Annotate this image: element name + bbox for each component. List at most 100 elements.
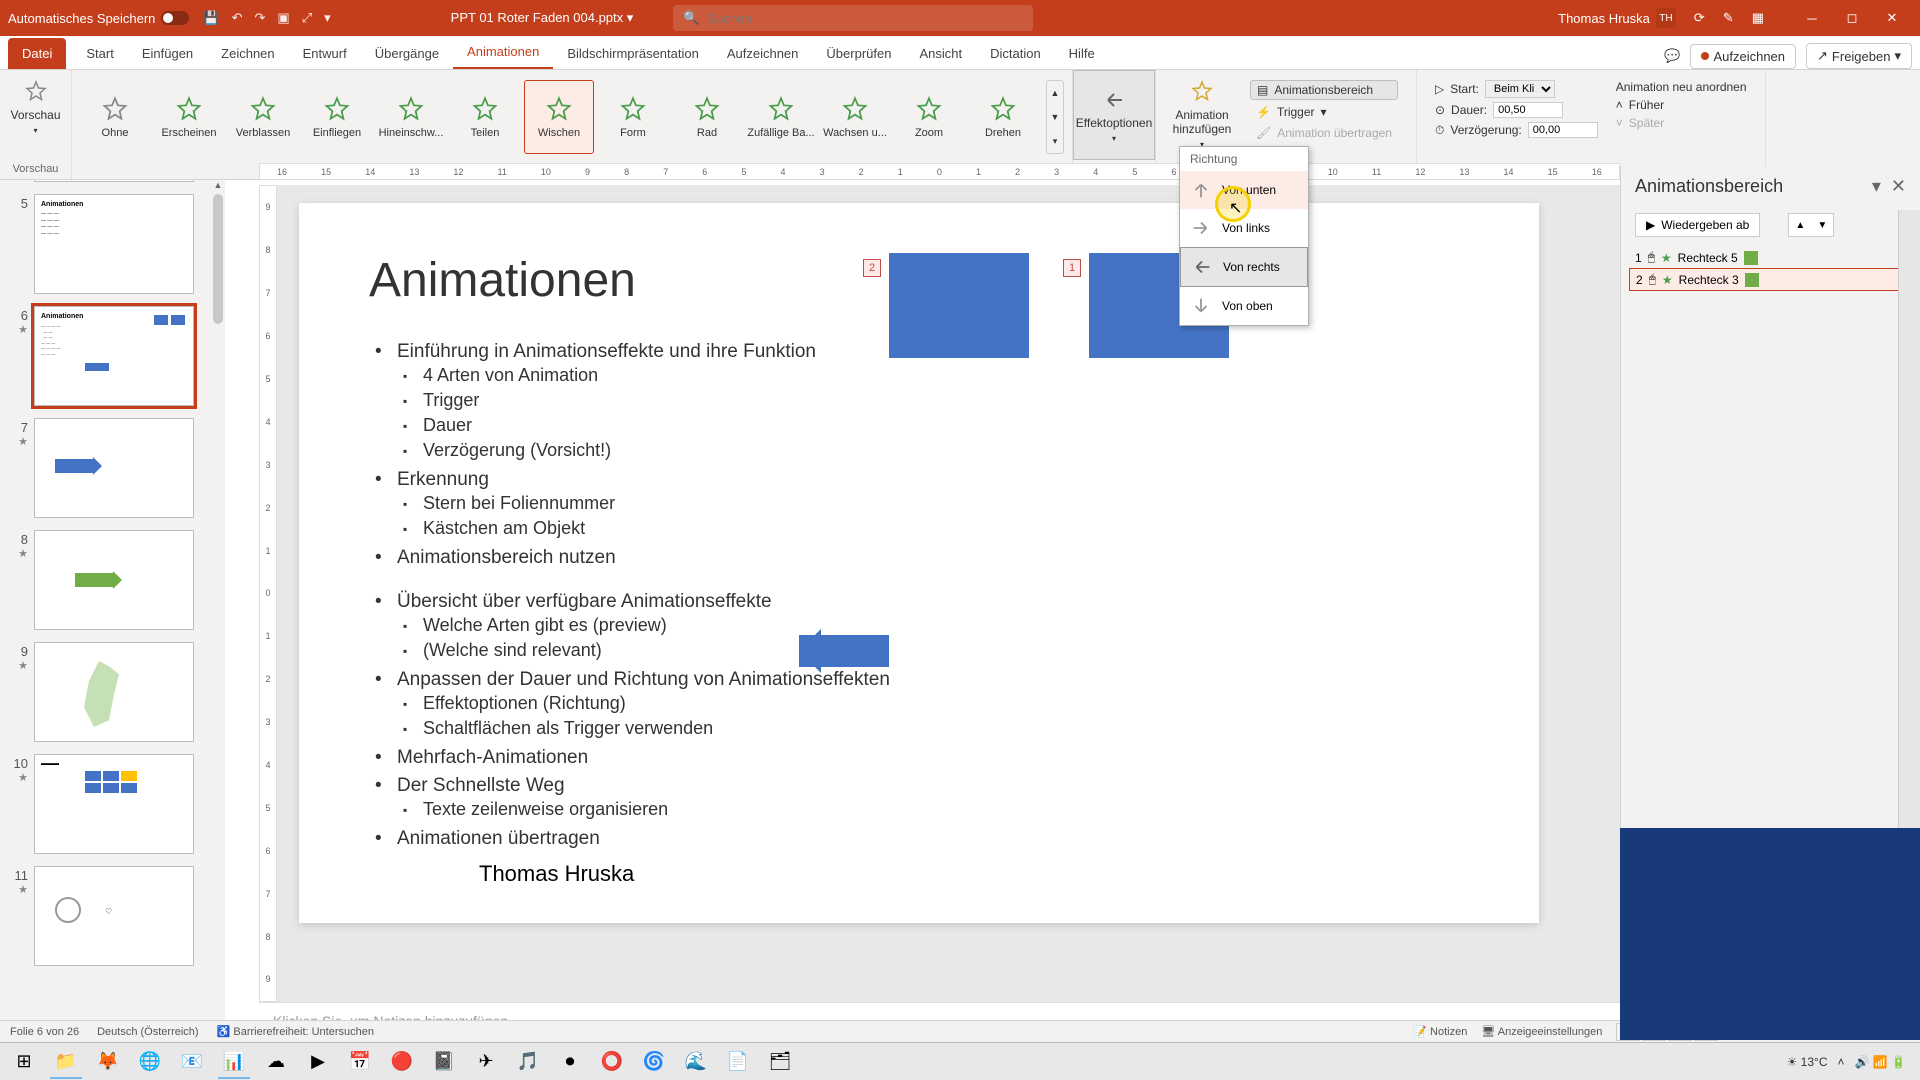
undo-icon[interactable]: ↶ bbox=[232, 10, 243, 26]
direction-from-left[interactable]: Von links bbox=[1180, 209, 1308, 247]
explorer-icon[interactable]: 📁 bbox=[46, 1045, 86, 1079]
app-icon-8[interactable]: 🗂 bbox=[760, 1045, 800, 1079]
thumbnail-7[interactable]: 7★ bbox=[0, 412, 211, 524]
app-icon-5[interactable]: ⭕ bbox=[592, 1045, 632, 1079]
touch-icon[interactable]: ⤢ bbox=[302, 10, 312, 26]
scroll-up-icon[interactable]: ▲ bbox=[211, 180, 225, 194]
anim-teilen[interactable]: Teilen bbox=[450, 80, 520, 154]
gallery-down-icon[interactable]: ▼ bbox=[1047, 105, 1063, 129]
anim-zufällige ba...[interactable]: Zufällige Ba... bbox=[746, 80, 816, 154]
tray-chevron-icon[interactable]: ˄ bbox=[1837, 1055, 1844, 1069]
bullet-item[interactable]: Der Schnellste WegTexte zeilenweise orga… bbox=[369, 772, 1469, 825]
record-button[interactable]: Aufzeichnen bbox=[1690, 44, 1796, 69]
direction-from-bottom[interactable]: Von unten bbox=[1180, 171, 1308, 209]
animation-tag-2[interactable]: 2 bbox=[863, 259, 881, 277]
play-from-button[interactable]: ▶ Wiedergeben ab bbox=[1635, 213, 1760, 237]
autosave-toggle[interactable]: Automatisches Speichern bbox=[8, 11, 189, 26]
bullet-item[interactable]: Animationen übertragen bbox=[369, 825, 1469, 853]
thumbnail-9[interactable]: 9★ bbox=[0, 636, 211, 748]
notes-toggle[interactable]: 📝 Notizen bbox=[1413, 1025, 1467, 1038]
slide-canvas[interactable]: Animationen Einführung in Animationseffe… bbox=[299, 203, 1539, 923]
sync-icon[interactable]: ⟳ bbox=[1694, 10, 1705, 26]
app-icon-4[interactable]: 🎵 bbox=[508, 1045, 548, 1079]
app-icon[interactable]: ☁ bbox=[256, 1045, 296, 1079]
gallery-up-icon[interactable]: ▲ bbox=[1047, 81, 1063, 105]
start-button[interactable]: ⊞ bbox=[4, 1045, 44, 1079]
tab-file[interactable]: Datei bbox=[8, 38, 66, 69]
filename[interactable]: PPT 01 Roter Faden 004.pptx ▾ bbox=[451, 10, 634, 26]
sub-bullet[interactable]: Trigger bbox=[397, 388, 1469, 413]
window-icon[interactable]: ▦ bbox=[1752, 10, 1764, 26]
duration-field[interactable]: ⊙ Dauer: bbox=[1435, 102, 1598, 118]
redo-icon[interactable]: ↷ bbox=[255, 10, 266, 26]
transfer-animation-button[interactable]: 🖌Animation übertragen bbox=[1250, 124, 1398, 142]
close-button[interactable]: ✕ bbox=[1872, 0, 1912, 36]
obs-icon[interactable]: ⏺ bbox=[550, 1045, 590, 1079]
tab-draw[interactable]: Zeichnen bbox=[207, 38, 288, 69]
app-icon-7[interactable]: 📄 bbox=[718, 1045, 758, 1079]
weather-widget[interactable]: ☀ 13°C bbox=[1787, 1055, 1828, 1069]
sub-bullet[interactable]: Dauer bbox=[397, 413, 1469, 438]
tab-help[interactable]: Hilfe bbox=[1055, 38, 1109, 69]
sub-bullet[interactable]: Schaltflächen als Trigger verwenden bbox=[397, 716, 1469, 741]
app-icon-6[interactable]: 🌀 bbox=[634, 1045, 674, 1079]
move-down-icon[interactable]: ▼ bbox=[1811, 214, 1833, 236]
sub-bullet[interactable]: Effektoptionen (Richtung) bbox=[397, 691, 1469, 716]
tray-icons[interactable]: 🔊 📶 🔋 bbox=[1855, 1055, 1907, 1069]
bullet-item[interactable]: Animationsbereich nutzen bbox=[369, 544, 1469, 572]
animation-pane-button[interactable]: ▤Animationsbereich bbox=[1250, 80, 1398, 100]
tab-transitions[interactable]: Übergänge bbox=[361, 38, 453, 69]
telegram-icon[interactable]: ✈ bbox=[466, 1045, 506, 1079]
move-later-button[interactable]: ˅ Später bbox=[1616, 116, 1747, 130]
blue-arrow[interactable] bbox=[799, 635, 889, 667]
author-text[interactable]: Thomas Hruska bbox=[479, 861, 634, 887]
tab-review[interactable]: Überprüfen bbox=[812, 38, 905, 69]
anim-form[interactable]: Form bbox=[598, 80, 668, 154]
tab-insert[interactable]: Einfügen bbox=[128, 38, 207, 69]
anim-einfliegen[interactable]: Einfliegen bbox=[302, 80, 372, 154]
accessibility-status[interactable]: ♿ Barrierefreiheit: Untersuchen bbox=[217, 1025, 374, 1038]
powerpoint-icon[interactable]: 📊 bbox=[214, 1045, 254, 1079]
chrome-icon[interactable]: 🌐 bbox=[130, 1045, 170, 1079]
slide-counter[interactable]: Folie 6 von 26 bbox=[10, 1026, 79, 1038]
anim-entry-1[interactable]: 1🖱★Rechteck 5 bbox=[1629, 247, 1912, 268]
minimize-button[interactable]: ─ bbox=[1792, 0, 1832, 36]
thumbnail-10[interactable]: 10★▬▬▬ bbox=[0, 748, 211, 860]
thumbnail-6[interactable]: 6★Animationen— — — — — — — —— — —— — — —… bbox=[0, 300, 211, 412]
gallery-more-icon[interactable]: ▾ bbox=[1047, 129, 1063, 153]
user-account[interactable]: Thomas Hruska TH bbox=[1558, 8, 1676, 28]
start-field[interactable]: ▷ Start:Beim Klicken bbox=[1435, 80, 1598, 98]
save-icon[interactable]: 💾 bbox=[203, 10, 219, 26]
language-status[interactable]: Deutsch (Österreich) bbox=[97, 1026, 198, 1038]
effect-options-button[interactable]: Effektoptionen ▾ bbox=[1073, 70, 1155, 160]
more-icon[interactable]: ▾ bbox=[324, 10, 331, 26]
delay-field[interactable]: ⏱ Verzögerung: bbox=[1435, 122, 1598, 138]
sub-bullet[interactable]: Kästchen am Objekt bbox=[397, 516, 1469, 541]
tab-slideshow[interactable]: Bildschirmpräsentation bbox=[553, 38, 713, 69]
move-up-icon[interactable]: ▲ bbox=[1789, 214, 1811, 236]
sub-bullet[interactable]: Welche Arten gibt es (preview) bbox=[397, 613, 1469, 638]
edge-icon[interactable]: 🌊 bbox=[676, 1045, 716, 1079]
anim-erscheinen[interactable]: Erscheinen bbox=[154, 80, 224, 154]
onenote-icon[interactable]: 📓 bbox=[424, 1045, 464, 1079]
maximize-button[interactable]: ◻ bbox=[1832, 0, 1872, 36]
display-settings[interactable]: 🖥 Anzeigeeinstellungen bbox=[1481, 1025, 1602, 1038]
bullet-item[interactable]: Übersicht über verfügbare Animationseffe… bbox=[369, 588, 1469, 666]
bullet-item[interactable]: ErkennungStern bei FoliennummerKästchen … bbox=[369, 466, 1469, 544]
thumbnail-11[interactable]: 11★♡ bbox=[0, 860, 211, 972]
preview-button[interactable]: Vorschau ▾ bbox=[2, 74, 68, 141]
firefox-icon[interactable]: 🦊 bbox=[88, 1045, 128, 1079]
sub-bullet[interactable]: Verzögerung (Vorsicht!) bbox=[397, 438, 1469, 463]
anim-ohne[interactable]: Ohne bbox=[80, 80, 150, 154]
trigger-button[interactable]: ⚡Trigger ▾ bbox=[1250, 103, 1398, 121]
present-icon[interactable]: ▣ bbox=[277, 10, 289, 26]
sub-bullet[interactable]: Stern bei Foliennummer bbox=[397, 491, 1469, 516]
anim-drehen[interactable]: Drehen bbox=[968, 80, 1038, 154]
animation-tag-1[interactable]: 1 bbox=[1063, 259, 1081, 277]
thumbnail-8[interactable]: 8★ bbox=[0, 524, 211, 636]
direction-from-top[interactable]: Von oben bbox=[1180, 287, 1308, 325]
anim-rad[interactable]: Rad bbox=[672, 80, 742, 154]
scrollbar-handle[interactable] bbox=[213, 194, 223, 324]
bullet-item[interactable]: Anpassen der Dauer und Richtung von Anim… bbox=[369, 666, 1469, 744]
thumbnail-scrollbar[interactable]: ▲ ▼ bbox=[211, 180, 225, 1040]
